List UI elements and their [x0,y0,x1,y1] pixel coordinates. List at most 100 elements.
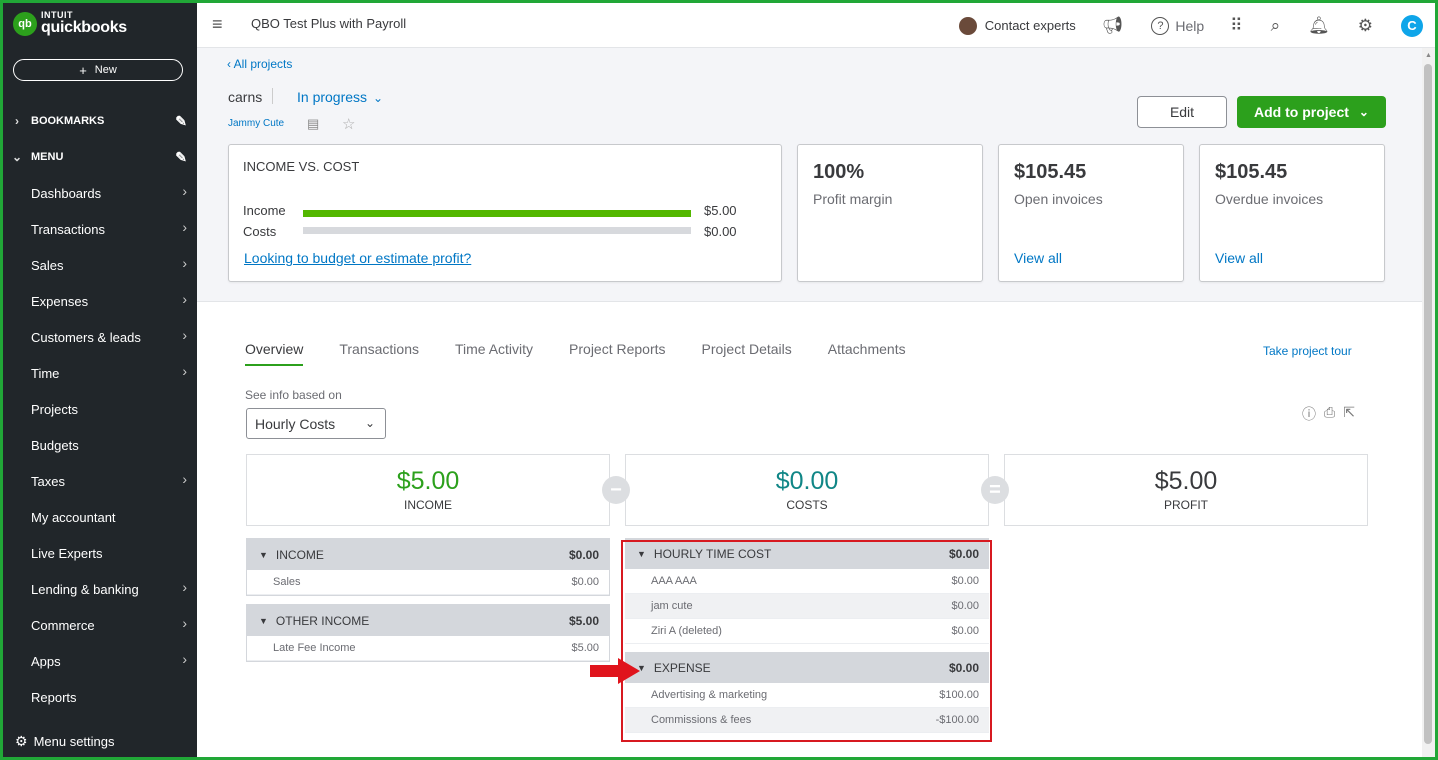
sidebar-item-expenses[interactable]: Expenses › [3,283,197,319]
sidebar-item-label: Reports [31,689,77,705]
chevron-right-icon: › [182,291,187,307]
sidebar-item-lending-banking[interactable]: Lending & banking › [3,571,197,607]
quickbooks-logo[interactable]: qb INTUIT quickbooks [13,11,127,36]
tab-overview[interactable]: Overview [245,341,304,366]
scroll-thumb[interactable] [1424,64,1432,744]
table-row[interactable]: Ziri A (deleted) $0.00 [625,619,989,644]
tab-project-reports[interactable]: Project Reports [569,341,665,366]
sidebar-item-taxes[interactable]: Taxes › [3,463,197,499]
row-amount: -$100.00 [935,714,979,726]
section-total: $5.00 [568,613,599,628]
note-icon[interactable]: ▤ [307,116,319,132]
table-row[interactable]: AAA AAA $0.00 [625,569,989,594]
bell-icon[interactable]: 🔔︎ [1308,16,1330,36]
table-row[interactable]: Late Fee Income $5.00 [247,636,609,661]
sidebar-item-reports[interactable]: Reports [3,679,197,715]
status-label: In progress [297,89,368,105]
sidebar-menu[interactable]: ⌄ MENU ✎ [3,139,197,175]
section-header[interactable]: ▼ INCOME $0.00 [247,539,609,570]
project-status-dropdown[interactable]: In progress ⌄ [297,89,383,105]
add-to-project-label: Add to project [1254,104,1349,120]
section-header[interactable]: ▼ OTHER INCOME $5.00 [247,605,609,636]
help-icon: ? [1151,16,1170,35]
scroll-up-icon[interactable]: ▲ [1425,52,1432,59]
view-all-link[interactable]: View all [1014,250,1062,266]
table-row[interactable]: Commissions & fees -$100.00 [625,708,989,733]
page-scrollbar[interactable]: ▲ [1422,48,1435,757]
customer-link[interactable]: Jammy Cute [228,118,284,129]
sidebar-item-customers-leads[interactable]: Customers & leads › [3,319,197,355]
megaphone-icon[interactable]: 📢︎ [1102,16,1124,36]
tab-transactions[interactable]: Transactions [339,341,419,366]
income-amount: $5.00 [396,467,460,495]
divider [272,88,273,104]
help-circle-icon[interactable]: ⓘ [1302,404,1316,424]
contact-experts-button[interactable]: Contact experts [958,16,1076,35]
apps-grid-icon[interactable]: ⠿ [1230,16,1242,36]
new-button[interactable]: + New [13,59,183,81]
bookmarks-label: BOOKMARKS [31,115,105,127]
row-amount: $0.00 [951,600,979,612]
metric-label: Open invoices [1014,191,1103,207]
sidebar-item-live-experts[interactable]: Live Experts [3,535,197,571]
pencil-icon[interactable]: ✎ [175,149,187,166]
profit-margin-card: 100% Profit margin [797,144,983,282]
qb-logo-icon: qb [13,11,37,36]
back-to-projects-link[interactable]: ‹ All projects [227,57,292,71]
income-section: ▼ INCOME $0.00 Sales $0.00 [246,538,610,596]
settings-gear-icon[interactable]: ⚙ [1358,16,1373,36]
sidebar-item-apps[interactable]: Apps › [3,643,197,679]
sidebar-item-label: Dashboards [31,185,102,201]
sidebar-item-label: Customers & leads [31,329,141,345]
budget-estimate-link[interactable]: Looking to budget or estimate profit? [244,250,471,266]
contact-experts-label: Contact experts [984,18,1076,33]
export-icon[interactable]: ⇱ [1343,404,1355,424]
tab-time-activity[interactable]: Time Activity [455,341,533,366]
gear-icon: ⚙ [15,733,28,749]
table-row[interactable]: Advertising & marketing $100.00 [625,683,989,708]
table-row[interactable]: Sales $0.00 [247,570,609,595]
pencil-icon[interactable]: ✎ [175,113,187,130]
collapse-menu-icon[interactable]: ≡ [212,14,223,35]
see-info-label: See info based on [245,388,342,402]
sidebar-item-label: Taxes [31,473,65,489]
help-button[interactable]: ? Help [1151,16,1205,35]
logo-quickbooks-text: quickbooks [41,19,127,36]
section-header[interactable]: ▼ EXPENSE $0.00 [625,652,989,683]
section-name: EXPENSE [653,660,711,675]
section-name: HOURLY TIME COST [653,546,772,561]
sidebar-item-budgets[interactable]: Budgets [3,427,197,463]
income-summary-label: INCOME [404,498,452,512]
sidebar-item-label: Lending & banking [31,581,139,597]
sidebar-item-label: Apps [31,653,61,669]
sidebar-item-time[interactable]: Time › [3,355,197,391]
sidebar-item-my-accountant[interactable]: My accountant [3,499,197,535]
star-icon[interactable]: ☆ [342,115,355,133]
sidebar-item-projects[interactable]: Projects [3,391,197,427]
sidebar-item-commerce[interactable]: Commerce › [3,607,197,643]
view-all-link[interactable]: View all [1215,250,1263,266]
sidebar-bookmarks[interactable]: › BOOKMARKS ✎ [3,103,197,139]
basis-select[interactable]: Hourly Costs ⌄ [246,408,386,439]
chevron-down-icon: ⌄ [1358,105,1369,119]
row-name: Sales [273,576,301,588]
income-value: $5.00 [704,203,737,218]
search-icon[interactable]: ⌕ [1271,16,1281,36]
tab-project-details[interactable]: Project Details [702,341,792,366]
add-to-project-button[interactable]: Add to project ⌄ [1237,96,1386,128]
table-row[interactable]: jam cute $0.00 [625,594,989,619]
sidebar-item-transactions[interactable]: Transactions › [3,211,197,247]
help-label: Help [1175,17,1205,34]
section-header[interactable]: ▼ HOURLY TIME COST $0.00 [625,538,989,569]
sidebar-item-label: Projects [31,401,78,417]
sidebar-item-dashboards[interactable]: Dashboards › [3,175,197,211]
take-project-tour-link[interactable]: Take project tour [1263,344,1352,358]
sidebar-item-sales[interactable]: Sales › [3,247,197,283]
menu-settings[interactable]: ⚙ Menu settings [15,733,115,750]
print-icon[interactable]: ⎙ [1324,404,1335,424]
user-avatar[interactable]: C [1401,14,1423,37]
plus-icon: + [79,62,87,78]
sidebar-item-label: My accountant [31,509,116,525]
edit-button[interactable]: Edit [1137,96,1227,128]
tab-attachments[interactable]: Attachments [828,341,906,366]
